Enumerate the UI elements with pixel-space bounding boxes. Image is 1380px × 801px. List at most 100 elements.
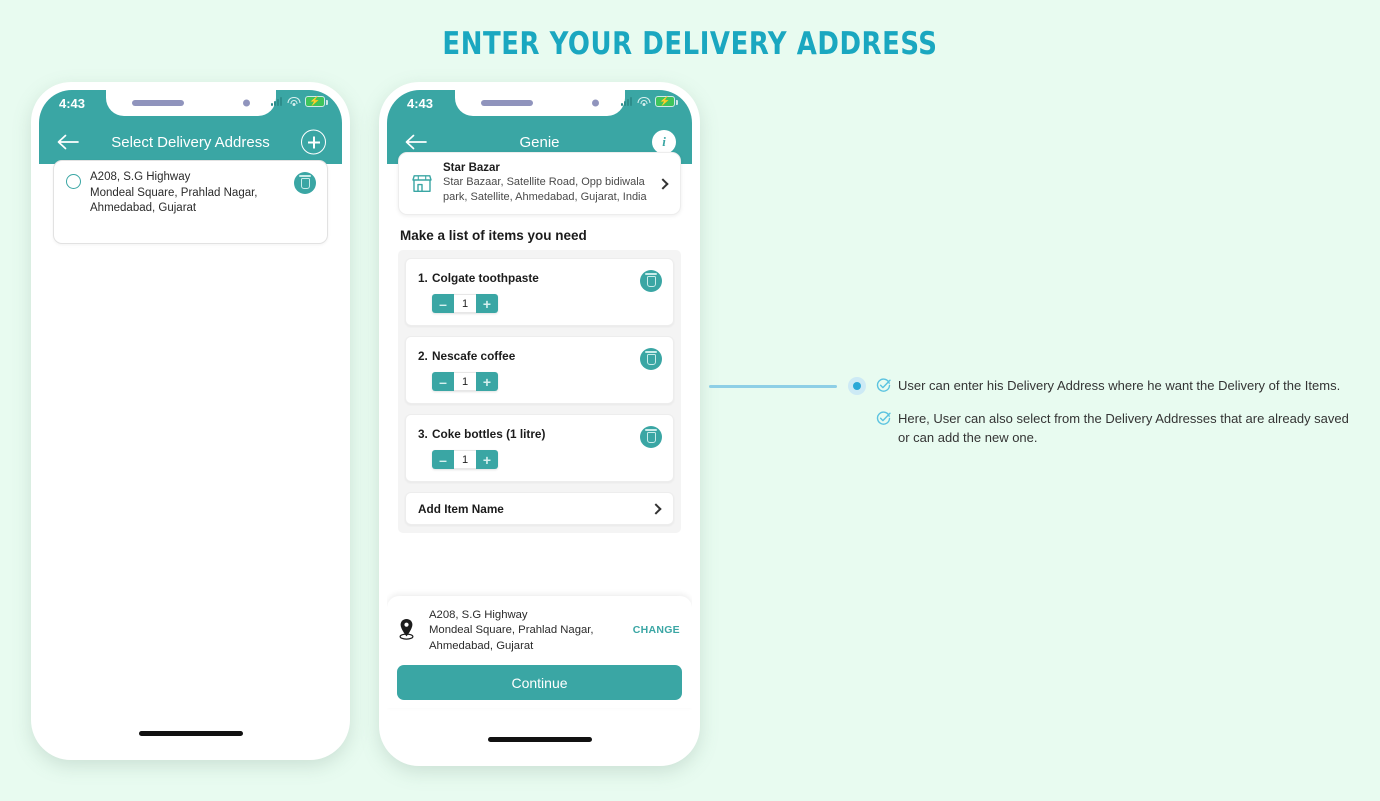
phone2-status-icons: ⚡ xyxy=(621,96,678,107)
store-address: Star Bazaar, Satellite Road, Opp bidiwal… xyxy=(443,175,654,205)
quantity-value: 1 xyxy=(454,372,476,391)
connector-dot xyxy=(848,377,866,395)
section-title: Make a list of items you need xyxy=(400,228,587,243)
phone1-notch xyxy=(105,90,276,116)
delivery-address-bar: A208, S.G Highway Mondeal Square, Prahla… xyxy=(387,595,692,708)
item-name: Colgate toothpaste xyxy=(432,271,539,285)
item-title: 2. Nescafe coffee xyxy=(418,349,661,363)
increment-button[interactable]: + xyxy=(476,294,498,313)
back-arrow-icon[interactable] xyxy=(57,134,79,150)
info-button[interactable]: i xyxy=(652,130,676,154)
delivery-address-line-1: A208, S.G Highway xyxy=(429,608,528,621)
phone1-navbar-title: Select Delivery Address xyxy=(111,133,270,151)
address-line-2: Mondeal Square, Prahlad Nagar, xyxy=(90,186,258,199)
quantity-stepper[interactable]: – 1 + xyxy=(432,450,498,469)
chevron-right-icon xyxy=(657,177,669,190)
delete-item-button[interactable] xyxy=(640,270,662,292)
saved-address-text: A208, S.G Highway Mondeal Square, Prahla… xyxy=(90,170,281,217)
back-arrow-icon[interactable] xyxy=(405,134,427,150)
note-text: Here, User can also select from the Deli… xyxy=(898,411,1349,445)
signal-bars-icon xyxy=(271,97,282,106)
phone2-navbar-title: Genie xyxy=(519,133,560,151)
quantity-stepper[interactable]: – 1 + xyxy=(432,372,498,391)
delivery-address-line-2: Mondeal Square, Prahlad Nagar, xyxy=(429,624,594,636)
items-list-container: 1. Colgate toothpaste – 1 + 2. Nescafe cof… xyxy=(398,250,681,533)
check-circle-icon xyxy=(876,411,891,426)
plus-circle-icon xyxy=(301,129,326,155)
quantity-value: 1 xyxy=(454,294,476,313)
home-indicator xyxy=(487,737,592,742)
delivery-address-line-3: Ahmedabad, Gujarat xyxy=(429,639,534,652)
location-pin-icon xyxy=(398,618,415,640)
delete-item-button[interactable] xyxy=(640,348,662,370)
battery-charging-icon: ⚡ xyxy=(655,96,678,107)
store-address-line-2: park, Satellite, Ahmedabad, Gujarat, Ind… xyxy=(443,191,647,203)
phone2-notch xyxy=(454,90,625,116)
item-number: 1. xyxy=(418,271,428,285)
decrement-button[interactable]: – xyxy=(432,372,454,391)
decrement-button[interactable]: – xyxy=(432,294,454,313)
speaker-icon xyxy=(480,100,533,106)
delivery-address-text: A208, S.G Highway Mondeal Square, Prahla… xyxy=(429,608,620,655)
store-name: Star Bazar xyxy=(443,162,500,174)
address-line-1: A208, S.G Highway xyxy=(90,171,191,183)
trash-icon xyxy=(299,175,311,189)
battery-charging-icon: ⚡ xyxy=(305,96,328,107)
store-card[interactable]: Star Bazar Star Bazaar, Satellite Road, … xyxy=(398,152,681,215)
increment-button[interactable]: + xyxy=(476,372,498,391)
trash-icon xyxy=(645,351,657,365)
store-address-line-1: Star Bazaar, Satellite Road, Opp bidiwal… xyxy=(443,176,645,188)
item-name: Coke bottles (1 litre) xyxy=(432,427,546,441)
add-item-row[interactable]: Add Item Name xyxy=(405,492,674,525)
wifi-icon xyxy=(287,96,300,107)
radio-unchecked-icon[interactable] xyxy=(66,174,81,189)
phone2-status-time: 4:43 xyxy=(407,96,434,111)
phone2-screen: 4:43 ⚡ Genie i Star Bazar Star Bazaar, S… xyxy=(387,90,692,758)
delete-item-button[interactable] xyxy=(640,426,662,448)
wifi-icon xyxy=(637,96,650,107)
phone-mockup-genie-list: 4:43 ⚡ Genie i Star Bazar Star Bazaar, S… xyxy=(379,82,700,766)
table-row[interactable]: 2. Nescafe coffee – 1 + xyxy=(405,336,674,404)
phone1-screen: 4:43 ⚡ Select Delivery Address A208, S.G… xyxy=(39,90,342,752)
add-address-button[interactable] xyxy=(301,129,326,155)
item-title: 3. Coke bottles (1 litre) xyxy=(418,427,661,441)
quantity-stepper[interactable]: – 1 + xyxy=(432,294,498,313)
item-number: 3. xyxy=(418,427,428,441)
speaker-icon xyxy=(131,100,184,106)
note-text: User can enter his Delivery Address wher… xyxy=(898,378,1341,393)
item-title: 1. Colgate toothpaste xyxy=(418,271,661,285)
delete-address-button[interactable] xyxy=(294,172,316,194)
list-item: User can enter his Delivery Address wher… xyxy=(876,376,1354,395)
home-indicator xyxy=(138,731,243,736)
page-title: ENTER YOUR DELIVERY ADDRESS xyxy=(442,26,938,62)
trash-icon xyxy=(645,429,657,443)
camera-icon xyxy=(242,99,250,107)
camera-icon xyxy=(591,99,599,107)
phone1-navbar: Select Delivery Address xyxy=(39,120,342,164)
phone-mockup-select-address: 4:43 ⚡ Select Delivery Address A208, S.G… xyxy=(31,82,350,760)
change-address-button[interactable]: CHANGE xyxy=(633,624,680,636)
continue-button[interactable]: Continue xyxy=(397,665,682,700)
phone1-status-icons: ⚡ xyxy=(271,96,328,107)
connector-line xyxy=(709,385,837,388)
list-item: Here, User can also select from the Deli… xyxy=(876,409,1354,447)
table-row[interactable]: 3. Coke bottles (1 litre) – 1 + xyxy=(405,414,674,482)
connector-dot-inner xyxy=(853,382,861,390)
annotation-notes: User can enter his Delivery Address wher… xyxy=(876,376,1354,461)
signal-bars-icon xyxy=(621,97,632,106)
storefront-icon xyxy=(411,174,433,193)
phone1-status-time: 4:43 xyxy=(59,96,86,111)
item-name: Nescafe coffee xyxy=(432,349,516,363)
saved-address-card[interactable]: A208, S.G Highway Mondeal Square, Prahla… xyxy=(53,160,328,244)
increment-button[interactable]: + xyxy=(476,450,498,469)
check-circle-icon xyxy=(876,378,891,393)
info-circle-icon: i xyxy=(652,130,676,154)
trash-icon xyxy=(645,273,657,287)
table-row[interactable]: 1. Colgate toothpaste – 1 + xyxy=(405,258,674,326)
add-item-label: Add Item Name xyxy=(418,501,504,516)
item-number: 2. xyxy=(418,349,428,363)
address-line-3: Ahmedabad, Gujarat xyxy=(90,202,197,214)
quantity-value: 1 xyxy=(454,450,476,469)
chevron-right-icon xyxy=(650,502,662,515)
decrement-button[interactable]: – xyxy=(432,450,454,469)
